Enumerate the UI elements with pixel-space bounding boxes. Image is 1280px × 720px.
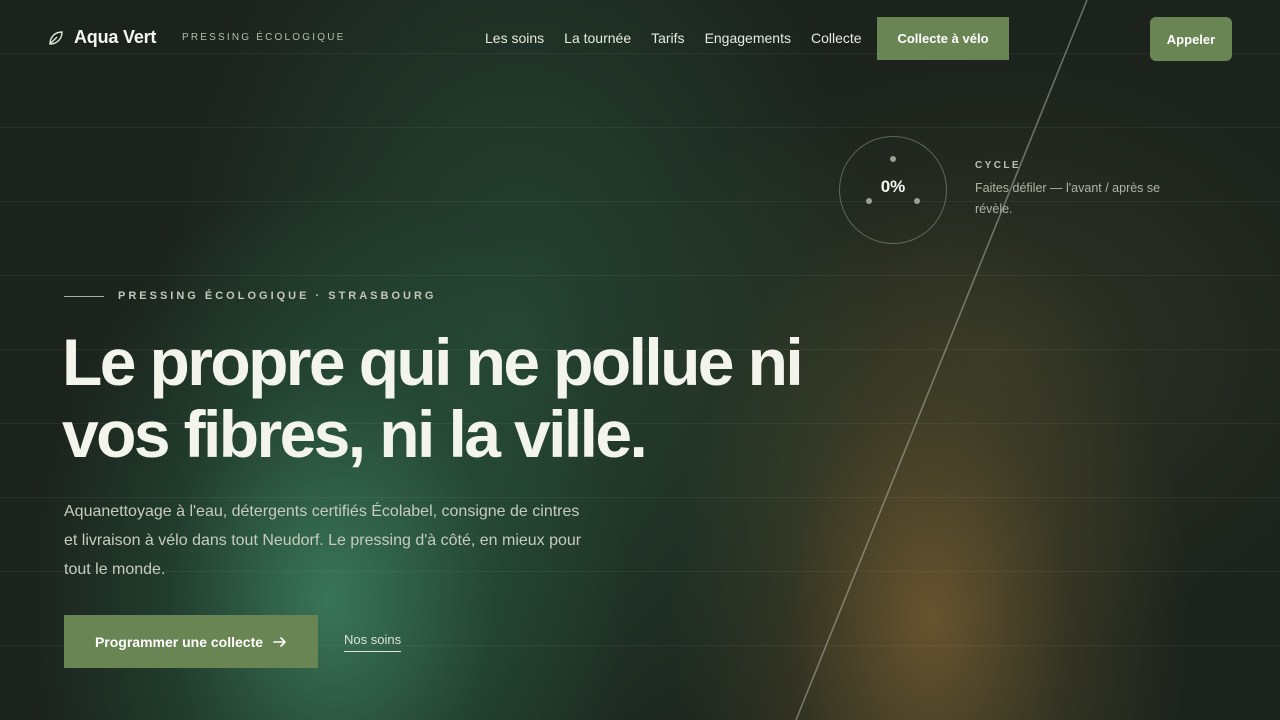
brand-name: Aqua Vert xyxy=(74,27,157,47)
arrow-right-icon xyxy=(273,636,286,647)
nav-item-la-tournee[interactable]: La tournée xyxy=(564,30,631,46)
brand-tagline: PRESSING ÉCOLOGIQUE xyxy=(182,32,346,43)
top-navigation: Aqua Vert PRESSING ÉCOLOGIQUE Les soins … xyxy=(0,0,1280,76)
nav-item-les-soins[interactable]: Les soins xyxy=(485,30,544,46)
cycle-percent: 0% xyxy=(880,177,906,196)
eyebrow-text: PRESSING ÉCOLOGIQUE · STRASBOURG xyxy=(118,290,437,302)
schedule-pickup-label: Programmer une collecte xyxy=(94,633,264,650)
brand-logo[interactable]: Aqua Vert xyxy=(48,27,156,48)
nav-item-tarifs[interactable]: Tarifs xyxy=(651,30,684,46)
collecte-velo-button[interactable]: Collecte à vélo xyxy=(877,17,1009,60)
cycle-label: CYCLE xyxy=(975,160,1021,171)
nav-item-collecte[interactable]: Collecte xyxy=(811,30,862,46)
eyebrow-rule xyxy=(64,295,104,297)
schedule-pickup-button[interactable]: Programmer une collecte xyxy=(64,615,318,668)
nav-item-engagements[interactable]: Engagements xyxy=(705,30,791,46)
hero-lead: Aquanettoyage à l'eau, détergents certif… xyxy=(64,503,582,578)
call-button[interactable]: Appeler xyxy=(1150,17,1232,61)
hero-headline: Le propre qui ne pollue ni vos fibres, n… xyxy=(62,325,804,471)
main-menu: Les soins La tournée Tarifs Engagements … xyxy=(485,30,862,46)
leaf-icon xyxy=(49,30,63,45)
cycle-progress-indicator: 0% xyxy=(838,135,948,245)
nos-soins-link[interactable]: Nos soins xyxy=(344,632,402,652)
hero-eyebrow: PRESSING ÉCOLOGIQUE · STRASBOURG xyxy=(64,290,436,302)
cycle-description: Faites défiler — l'avant / après se révè… xyxy=(975,181,1161,216)
